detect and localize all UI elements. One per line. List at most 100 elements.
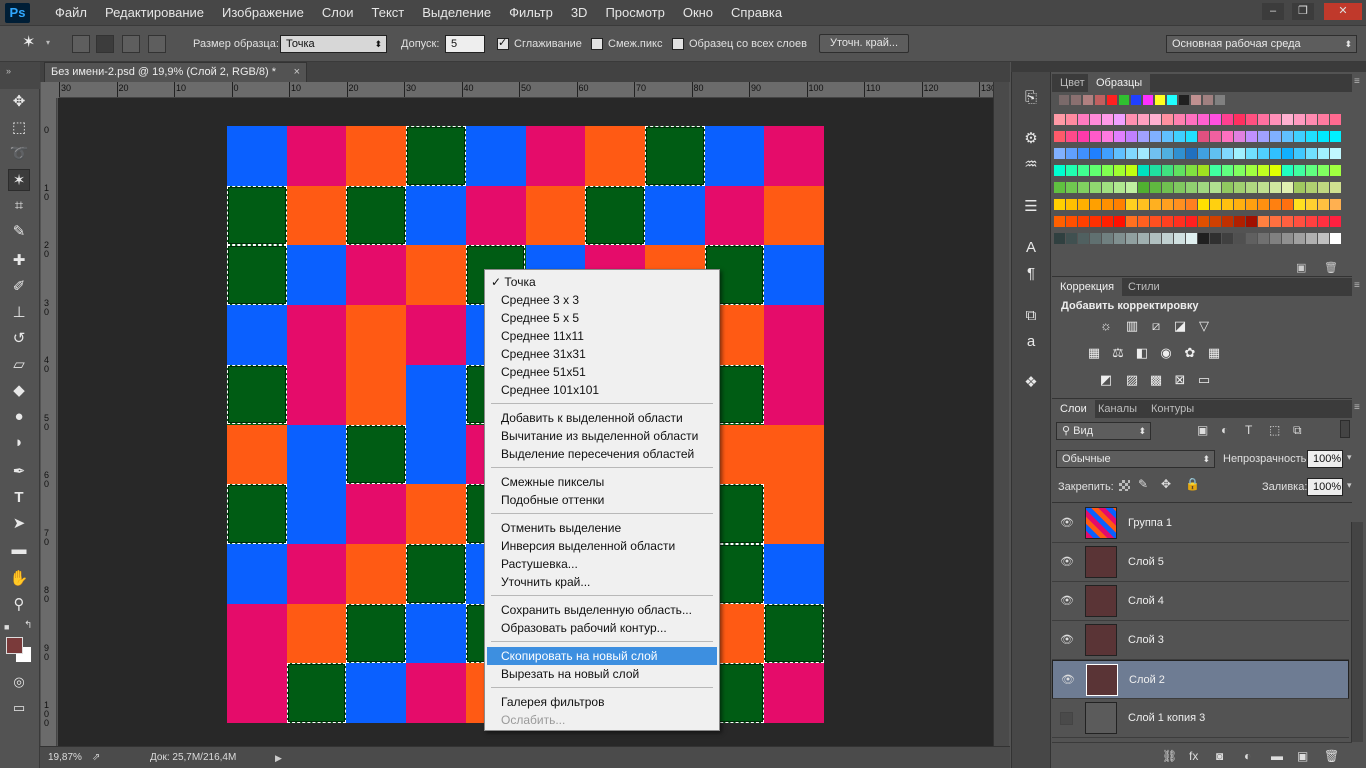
color-swatch[interactable] — [1071, 95, 1081, 105]
color-swatch[interactable] — [1198, 165, 1209, 176]
color-swatch[interactable] — [1174, 216, 1185, 227]
color-swatch[interactable] — [1246, 216, 1257, 227]
context-menu-item[interactable]: Среднее 31x31 — [487, 345, 717, 363]
lasso-tool-icon[interactable]: ➰ — [8, 143, 30, 165]
blend-mode-select[interactable]: Обычные ⬍ — [1056, 450, 1215, 468]
panel-menu-icon[interactable]: ≡ — [1354, 402, 1360, 413]
color-swatch[interactable] — [1059, 95, 1069, 105]
brush-presets-icon[interactable]: ♒ — [1019, 154, 1043, 176]
color-swatch[interactable] — [1138, 199, 1149, 210]
magic-wand-tool-icon[interactable]: ✶ — [8, 169, 30, 191]
pixel-filter-icon[interactable]: ▣ — [1197, 423, 1208, 437]
color-swatch[interactable] — [1282, 199, 1293, 210]
color-swatch[interactable] — [1114, 233, 1125, 244]
color-swatch[interactable] — [1138, 216, 1149, 227]
color-swatch[interactable] — [1066, 148, 1077, 159]
intersect-selection-button[interactable] — [148, 35, 166, 53]
color-swatch[interactable] — [1246, 114, 1257, 125]
context-menu-item[interactable]: Подобные оттенки — [487, 491, 717, 509]
color-swatch[interactable] — [1330, 131, 1341, 142]
tolerance-input[interactable]: 5 — [445, 35, 485, 53]
color-swatch[interactable] — [1234, 165, 1245, 176]
menu-filter[interactable]: Фильтр — [500, 0, 562, 26]
color-swatch[interactable] — [1186, 148, 1197, 159]
color-swatch[interactable] — [1054, 216, 1065, 227]
color-swatch[interactable] — [1174, 131, 1185, 142]
hand-tool-icon[interactable]: ✋ — [8, 568, 30, 590]
color-swatch[interactable] — [1066, 182, 1077, 193]
color-swatch[interactable] — [1066, 216, 1077, 227]
color-swatch[interactable] — [1282, 165, 1293, 176]
context-menu-item[interactable]: Вычитание из выделенной области — [487, 427, 717, 445]
color-swatch[interactable] — [1330, 114, 1341, 125]
context-menu-item[interactable]: Скопировать на новый слой — [487, 647, 717, 665]
panel-menu-icon[interactable]: ≡ — [1354, 280, 1360, 291]
color-swatch[interactable] — [1174, 165, 1185, 176]
threshold-icon[interactable]: ▩ — [1148, 372, 1164, 388]
character-styles-icon[interactable]: a — [1019, 331, 1043, 353]
layer-row[interactable]: Слой 1 копия 3 — [1052, 699, 1349, 738]
healing-brush-tool-icon[interactable]: ✚ — [8, 250, 30, 272]
layer-mask-icon[interactable]: ◙ — [1216, 749, 1223, 763]
swatches-grid[interactable] — [1052, 92, 1352, 260]
color-swatch[interactable] — [1306, 233, 1317, 244]
properties-panel-icon[interactable]: ☰ — [1019, 196, 1043, 218]
context-menu-item[interactable]: Среднее 5 x 5 — [487, 309, 717, 327]
default-colors-icon[interactable]: ■ — [4, 622, 9, 632]
color-swatch[interactable] — [1294, 114, 1305, 125]
color-swatch[interactable] — [1186, 114, 1197, 125]
color-swatch[interactable] — [1138, 182, 1149, 193]
lock-all-icon[interactable]: 🔒 — [1185, 477, 1200, 491]
color-swatch[interactable] — [1102, 216, 1113, 227]
color-swatch[interactable] — [1306, 131, 1317, 142]
color-swatch[interactable] — [1294, 199, 1305, 210]
brush-tool-icon[interactable]: ✐ — [8, 276, 30, 298]
visibility-eye-icon[interactable] — [1060, 712, 1073, 725]
color-swatch[interactable] — [1222, 233, 1233, 244]
opacity-input[interactable]: 100% — [1307, 450, 1343, 468]
color-swatch[interactable] — [1318, 131, 1329, 142]
paint-bucket-tool-icon[interactable]: ◆ — [8, 380, 30, 402]
move-tool-icon[interactable]: ✥ — [8, 91, 30, 113]
context-menu-item[interactable]: Образовать рабочий контур... — [487, 619, 717, 637]
color-swatch[interactable] — [1155, 95, 1165, 105]
vibrance-icon[interactable]: ▽ — [1196, 318, 1212, 334]
tab-adjustments[interactable]: Коррекция — [1052, 278, 1123, 296]
color-swatch[interactable] — [1138, 165, 1149, 176]
visibility-eye-icon[interactable]: 👁 — [1060, 634, 1074, 647]
levels-icon[interactable]: ▥ — [1124, 318, 1140, 334]
color-swatch[interactable] — [1330, 182, 1341, 193]
color-swatch[interactable] — [1054, 199, 1065, 210]
color-swatch[interactable] — [1198, 233, 1209, 244]
color-swatch[interactable] — [1102, 131, 1113, 142]
layer-row[interactable]: 👁 Слой 3 — [1052, 621, 1349, 660]
magic-wand-preset-icon[interactable]: ✶ — [22, 33, 44, 53]
color-swatch[interactable] — [1222, 148, 1233, 159]
color-swatch[interactable] — [1210, 165, 1221, 176]
context-menu-item[interactable]: Сохранить выделенную область... — [487, 601, 717, 619]
color-swatch[interactable] — [1270, 165, 1281, 176]
color-swatch[interactable] — [1198, 114, 1209, 125]
color-swatch[interactable] — [1294, 148, 1305, 159]
contiguous-checkbox[interactable] — [591, 38, 603, 50]
color-swatch[interactable] — [1078, 165, 1089, 176]
color-swatch[interactable] — [1102, 148, 1113, 159]
menu-window[interactable]: Окно — [674, 0, 722, 26]
color-swatch[interactable] — [1054, 114, 1065, 125]
color-swatch[interactable] — [1138, 131, 1149, 142]
quick-mask-icon[interactable]: ◎ — [8, 671, 30, 693]
color-swatch[interactable] — [1234, 148, 1245, 159]
refine-edge-button[interactable]: Уточн. край... — [819, 34, 909, 53]
panel-menu-icon[interactable]: ≡ — [1354, 76, 1360, 87]
color-swatch[interactable] — [1198, 216, 1209, 227]
color-swatch[interactable] — [1210, 148, 1221, 159]
color-swatch[interactable] — [1186, 182, 1197, 193]
color-swatch[interactable] — [1222, 182, 1233, 193]
layer-filter-select[interactable]: ⚲ Вид ⬍ — [1056, 422, 1151, 440]
curves-icon[interactable]: ⧄ — [1148, 318, 1164, 334]
lock-pixels-icon[interactable]: ✎ — [1138, 477, 1148, 491]
context-menu-item[interactable]: Отменить выделение — [487, 519, 717, 537]
color-swatch[interactable] — [1306, 148, 1317, 159]
color-swatch[interactable] — [1270, 199, 1281, 210]
context-menu-item[interactable]: Уточнить край... — [487, 573, 717, 591]
